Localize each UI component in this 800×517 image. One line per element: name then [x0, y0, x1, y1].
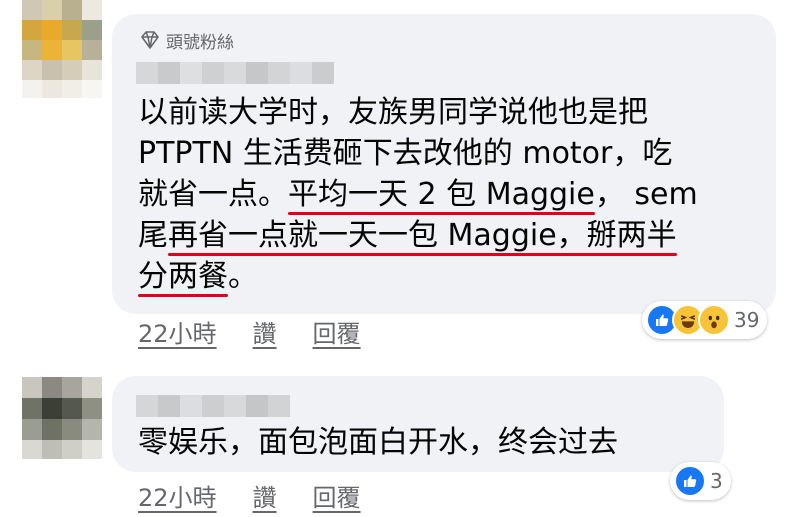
- comment-text: 以前读大学时，友族男同学说他也是把 PTPTN 生活费砸下去改他的 motor，吃…: [138, 92, 758, 297]
- comment-text-segment: ， sem: [594, 177, 698, 212]
- comment-line: 以前读大学时，友族男同学说他也是把: [138, 92, 758, 133]
- comment-timestamp[interactable]: 22小時: [138, 314, 217, 349]
- comment-text-segment: 。: [228, 259, 258, 294]
- comment-line: 尾再省一点就一天一包 Maggie，掰两半: [138, 215, 758, 256]
- comment-text-segment: PTPTN 生活费砸下去改他的 motor，吃: [138, 136, 673, 171]
- reply-button[interactable]: 回覆: [313, 478, 361, 513]
- reaction-count: 3: [710, 469, 723, 493]
- comment-text-segment: 就省一点。: [138, 177, 288, 212]
- commenter-name-blurred[interactable]: [136, 395, 290, 417]
- comment-text: 零娱乐，面包泡面白开水，终会过去: [138, 425, 618, 460]
- like-button[interactable]: 讚: [253, 314, 277, 349]
- reactions-summary[interactable]: 39: [642, 301, 768, 339]
- diamond-icon: [141, 31, 159, 49]
- comment-actions: 22小時 讚 回覆: [138, 314, 397, 349]
- comment-text-segment: 尾: [138, 218, 168, 253]
- comment-timestamp[interactable]: 22小時: [138, 478, 217, 513]
- underlined-text: 再省一点就一天一包 Maggie，掰两半: [168, 218, 677, 253]
- commenter-avatar[interactable]: [22, 0, 102, 98]
- comment-line: PTPTN 生活费砸下去改他的 motor，吃: [138, 133, 758, 174]
- top-fan-badge[interactable]: 頭號粉絲: [140, 29, 234, 53]
- reply-button[interactable]: 回覆: [313, 314, 361, 349]
- commenter-avatar[interactable]: [22, 377, 102, 459]
- comment-line: 分两餐。: [138, 256, 758, 297]
- comment-line: 就省一点。平均一天 2 包 Maggie， sem: [138, 174, 758, 215]
- like-reaction-icon: [674, 465, 706, 497]
- wow-reaction-icon: [698, 304, 730, 336]
- underlined-text: 分两餐: [138, 259, 228, 294]
- like-button[interactable]: 讚: [253, 478, 277, 513]
- comment-text-segment: 以前读大学时，友族男同学说他也是把: [138, 95, 648, 130]
- commenter-name-blurred[interactable]: [136, 62, 334, 84]
- underlined-text: 平均一天 2 包 Maggie: [288, 177, 595, 212]
- reactions-summary[interactable]: 3: [670, 462, 731, 500]
- comment-actions: 22小時 讚 回覆: [138, 478, 397, 513]
- badge-label: 頭號粉絲: [166, 32, 234, 53]
- reaction-count: 39: [734, 308, 760, 332]
